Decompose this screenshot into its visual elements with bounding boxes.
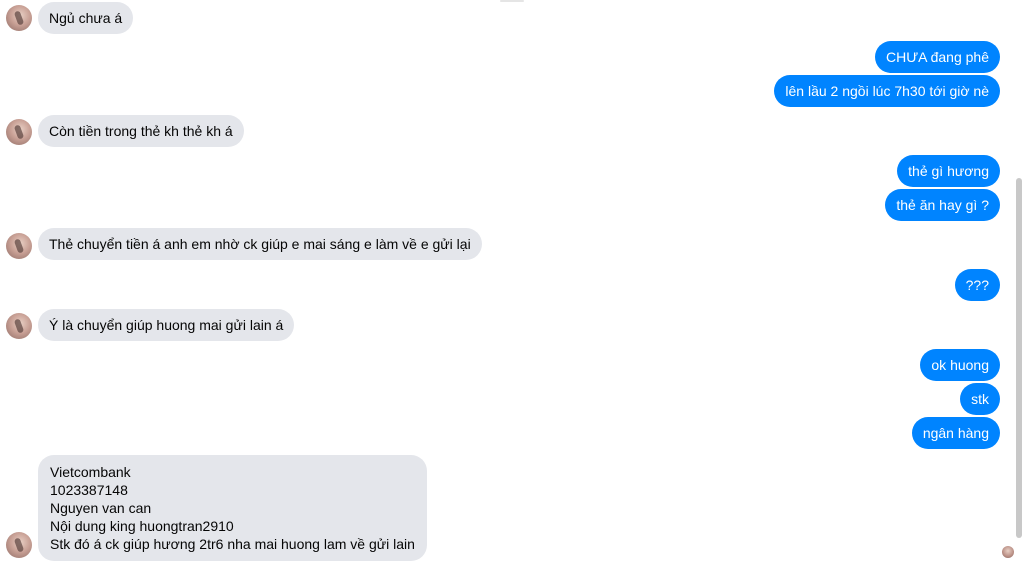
contact-avatar[interactable] xyxy=(6,119,32,145)
outgoing-message[interactable]: ??? xyxy=(954,269,1000,301)
outgoing-message[interactable]: ok huong xyxy=(920,349,1000,381)
scrollbar[interactable] xyxy=(1016,178,1022,538)
transfer-note: Stk đó á ck giúp hương 2tr6 nha mai huon… xyxy=(50,536,415,552)
transfer-content: Nội dung king huongtran2910 xyxy=(50,518,234,534)
bank-name: Vietcombank xyxy=(50,464,131,480)
incoming-message[interactable]: Còn tiền trong thẻ kh thẻ kh á xyxy=(38,115,244,147)
outgoing-message[interactable]: thẻ ăn hay gì ? xyxy=(885,189,1000,221)
chat-thread: Ngủ chưa á CHƯA đang phê lên lầu 2 ngồi … xyxy=(0,0,1024,568)
account-holder: Nguyen van can xyxy=(50,500,152,516)
incoming-message-bank-info[interactable]: Vietcombank 1023387148 Nguyen van can Nộ… xyxy=(38,455,427,561)
seen-avatar-icon xyxy=(1002,546,1014,558)
outgoing-message[interactable]: CHƯA đang phê xyxy=(874,41,1000,73)
contact-avatar[interactable] xyxy=(6,233,32,259)
account-number: 1023387148 xyxy=(50,482,128,498)
outgoing-message[interactable]: lên lầu 2 ngồi lúc 7h30 tới giờ nè xyxy=(774,75,1000,107)
outgoing-message[interactable]: thẻ gì hương xyxy=(897,155,1000,187)
top-divider xyxy=(500,0,524,2)
contact-avatar[interactable] xyxy=(6,532,32,558)
contact-avatar[interactable] xyxy=(6,313,32,339)
contact-avatar[interactable] xyxy=(6,5,32,31)
outgoing-message[interactable]: ngân hàng xyxy=(911,417,1000,449)
incoming-message[interactable]: Thẻ chuyển tiền á anh em nhờ ck giúp e m… xyxy=(38,228,482,260)
outgoing-message[interactable]: stk xyxy=(960,383,1000,415)
incoming-message[interactable]: Ý là chuyển giúp huong mai gửi lain á xyxy=(38,309,295,341)
incoming-message[interactable]: Ngủ chưa á xyxy=(38,2,134,34)
